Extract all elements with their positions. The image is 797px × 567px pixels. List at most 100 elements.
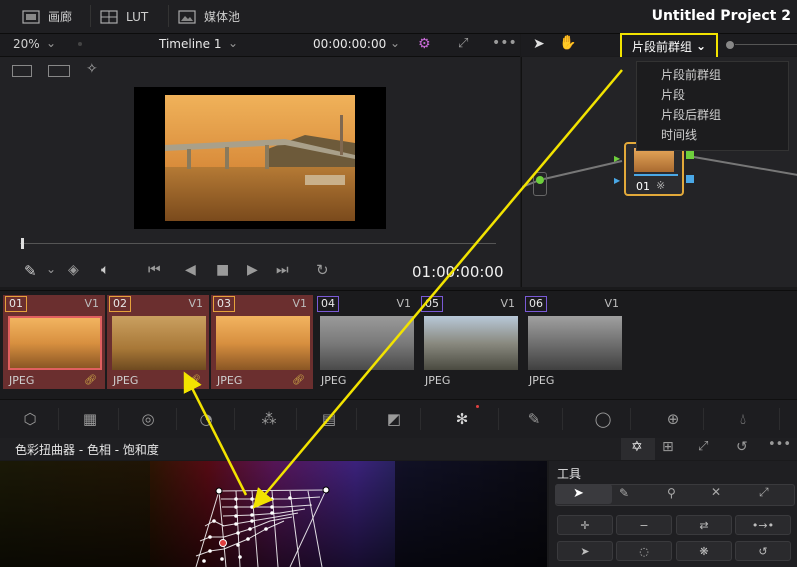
blur-icon[interactable]: 💧︎: [732, 408, 754, 430]
divider: [703, 408, 704, 430]
magic-wand-icon[interactable]: ✧: [86, 61, 98, 77]
clip-number: 01: [5, 296, 27, 312]
zoom-slider-track[interactable]: [735, 44, 797, 45]
output-connector[interactable]: [686, 151, 694, 159]
play-icon[interactable]: ▶: [247, 262, 258, 278]
project-title: Untitled Project 2: [651, 8, 791, 24]
clip-thumbnail[interactable]: 01 V1 JPEG 🔗︎: [3, 295, 105, 389]
clip-thumbnail[interactable]: 04 V1 JPEG: [315, 295, 417, 389]
clip-format: JPEG: [9, 374, 35, 387]
gallery-button[interactable]: 画廊: [22, 0, 72, 33]
qualifier-icon[interactable]: ✎: [523, 408, 545, 430]
divider: [498, 408, 499, 430]
viewer-panel: ✧ ✎ ⌄ ◈ 🔈︎ ⏮︎ ◀ ■ ▶ ⏭︎ ↻ 01:00:00:00: [0, 57, 520, 287]
hdr-icon[interactable]: ◔: [195, 408, 217, 430]
video-frame[interactable]: [134, 87, 386, 229]
clip-track: V1: [292, 297, 307, 310]
expand-tool-icon[interactable]: ⤢: [759, 485, 769, 500]
layers-icon[interactable]: ◈: [68, 262, 79, 278]
remove-point-button[interactable]: −: [616, 515, 672, 535]
single-view-icon[interactable]: [12, 65, 32, 77]
hand-icon[interactable]: ✋: [559, 35, 576, 51]
select-all-button[interactable]: ➤: [557, 541, 613, 561]
timeline-dropdown[interactable]: Timeline 1: [159, 37, 221, 51]
zoom-slider-handle[interactable]: [726, 41, 734, 49]
add-point-button[interactable]: ✛: [557, 515, 613, 535]
zoom-dropdown[interactable]: 20%: [13, 37, 40, 51]
more-options-icon[interactable]: •••: [768, 437, 791, 452]
skip-end-icon[interactable]: ⏭︎: [276, 262, 289, 278]
scrubber-track[interactable]: [20, 243, 496, 244]
clip-image: [112, 316, 206, 370]
remove-point-icon: −: [639, 518, 649, 532]
menu-item-timeline[interactable]: 时间线: [637, 125, 788, 145]
loop-icon[interactable]: ↻: [316, 261, 329, 279]
clip-thumbnail[interactable]: 03 V1 JPEG 🔗︎: [211, 295, 313, 389]
clip-thumbnail[interactable]: 05 V1 JPEG: [419, 295, 521, 389]
clip-format: JPEG: [529, 374, 555, 387]
draw-tool-icon[interactable]: ✎: [619, 486, 629, 500]
lut-button[interactable]: LUT: [100, 0, 148, 33]
expand-icon[interactable]: ⤢: [698, 439, 708, 454]
skip-start-icon[interactable]: ⏮︎: [148, 262, 161, 278]
pin-tool-icon[interactable]: ⚲: [667, 486, 676, 500]
tracker-icon[interactable]: ⊕: [662, 408, 684, 430]
grid-select-button[interactable]: ❋: [676, 541, 732, 561]
output-connector[interactable]: [686, 175, 694, 183]
rgb-mixer-icon[interactable]: ▦: [79, 408, 101, 430]
chevron-down-icon[interactable]: ⌄: [390, 36, 400, 50]
grid-icon[interactable]: ⊞: [662, 439, 674, 455]
motion-effects-icon[interactable]: ◎: [137, 408, 159, 430]
color-match-icon[interactable]: ⁂: [258, 408, 280, 430]
media-pool-button[interactable]: 媒体池: [178, 0, 240, 33]
divider: [90, 5, 91, 27]
source-node[interactable]: [533, 172, 547, 196]
clip-thumbnail[interactable]: 02 V1 JPEG 🔗︎: [107, 295, 209, 389]
play-reverse-icon[interactable]: ◀: [185, 262, 196, 278]
viewer-toolbar: 20% ⌄ Timeline 1 ⌄ 00:00:00:00 ⌄ ⚙ ⤢ •••: [0, 34, 520, 57]
highlight-icon[interactable]: ⚙: [418, 36, 431, 52]
reset-mesh-button[interactable]: ↺: [735, 541, 791, 561]
lasso-button[interactable]: ◌: [616, 541, 672, 561]
clip-number: 05: [421, 296, 443, 312]
audio-icon[interactable]: 🔈︎: [101, 262, 109, 278]
menu-item-pre-clip-group[interactable]: 片段前群组: [637, 65, 788, 85]
menu-item-post-clip-group[interactable]: 片段后群组: [637, 105, 788, 125]
stop-icon[interactable]: ■: [216, 262, 229, 278]
reset-icon[interactable]: ↺: [736, 439, 748, 455]
media-pool-label: 媒体池: [204, 10, 241, 24]
dot-icon: [78, 42, 82, 46]
spread-point-button[interactable]: •→•: [735, 515, 791, 535]
clip-track: V1: [604, 297, 619, 310]
chevron-down-icon[interactable]: ⌄: [46, 36, 56, 50]
select-tool-icon[interactable]: ➤: [573, 486, 584, 501]
color-warper-canvas[interactable]: [0, 461, 547, 567]
chevron-down-icon[interactable]: ⌄: [46, 262, 56, 276]
eyedropper-icon[interactable]: ✎: [24, 262, 37, 280]
clip-track: V1: [188, 297, 203, 310]
raw-icon[interactable]: ▤: [318, 408, 340, 430]
curves-icon[interactable]: ◩: [383, 408, 405, 430]
node-label: 01: [636, 180, 650, 193]
playhead[interactable]: [21, 238, 24, 249]
menu-item-clip[interactable]: 片段: [637, 85, 788, 105]
more-options-icon[interactable]: •••: [492, 35, 517, 51]
clip-thumbnail[interactable]: 06 V1 JPEG: [523, 295, 625, 389]
window-icon[interactable]: ◯: [592, 408, 614, 430]
node-mode-dropdown[interactable]: 片段前群组 ⌄: [620, 33, 718, 59]
timecode-display[interactable]: 00:00:00:00: [313, 37, 386, 51]
warper-mesh[interactable]: [0, 461, 547, 567]
link-icon: 🔗︎: [84, 375, 97, 386]
clip-format: JPEG: [113, 374, 139, 387]
color-warper-icon[interactable]: ✻: [451, 408, 473, 430]
fullscreen-icon[interactable]: ⤢: [458, 36, 468, 51]
divider: [779, 408, 780, 430]
collapse-tool-icon[interactable]: ✕: [711, 485, 721, 499]
swap-point-button[interactable]: ⇄: [676, 515, 732, 535]
clip-image: [8, 316, 102, 370]
gallery-view-icon[interactable]: [48, 65, 70, 77]
color-wheels-icon[interactable]: ⬡: [19, 408, 41, 430]
chevron-down-icon[interactable]: ⌄: [228, 36, 238, 50]
pointer-icon[interactable]: ➤: [533, 36, 545, 52]
lut-label: LUT: [126, 9, 149, 24]
